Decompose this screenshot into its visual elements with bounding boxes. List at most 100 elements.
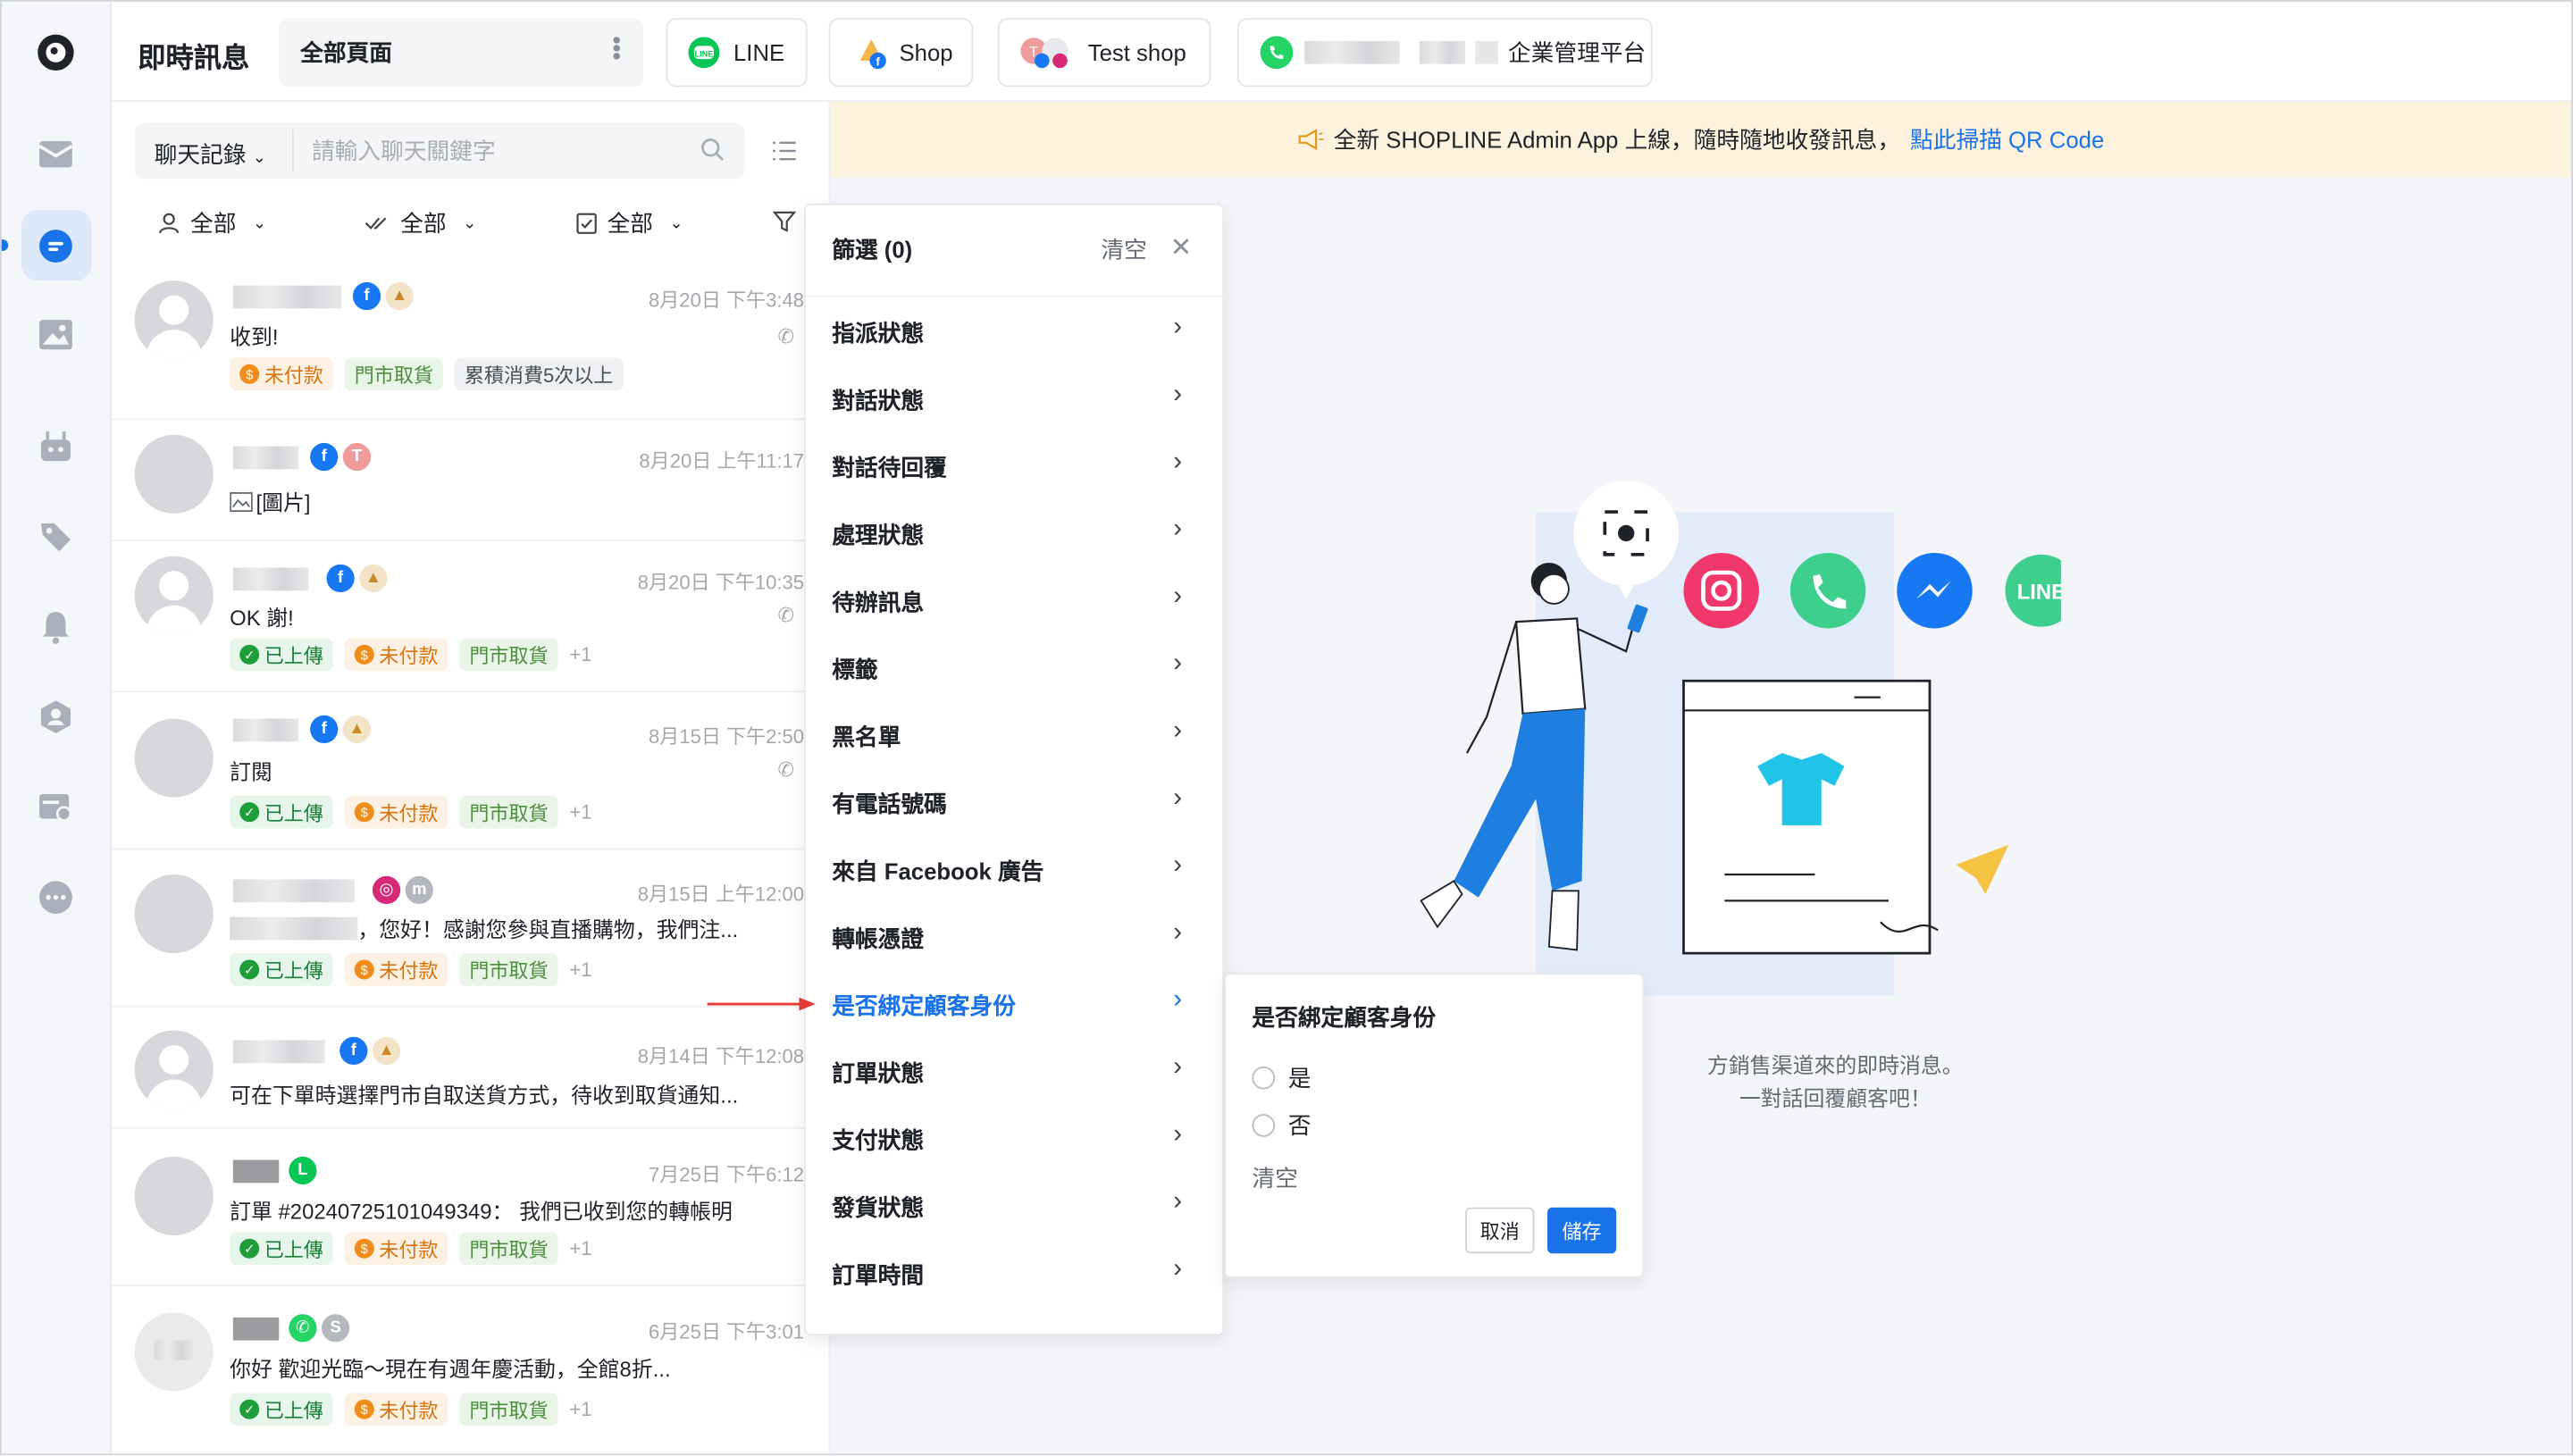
media-icon[interactable] <box>35 314 78 356</box>
coin-icon: $ <box>354 1399 374 1419</box>
tag-label: 未付款 <box>379 801 439 824</box>
filter-transfer-proof[interactable]: 轉帳憑證 › <box>806 904 1226 971</box>
radio-no[interactable]: 否 <box>1252 1109 1312 1142</box>
inbox-icon[interactable] <box>35 133 78 176</box>
list-item[interactable]: f ▲ 8月20日 下午10:35 OK 謝! ✆ ✓ 已上傳 $ 未付款 門市取貨… <box>111 541 831 693</box>
phone-icon: ✆ <box>777 324 794 348</box>
bell-icon[interactable] <box>35 606 78 649</box>
shop-icon: ▲ <box>372 1036 401 1066</box>
tab-test-shop[interactable]: T Test shop <box>997 18 1211 88</box>
facebook-icon: f <box>339 1036 368 1066</box>
filter-order-time[interactable]: 訂單時間 › <box>806 1241 1226 1308</box>
chevron-right-icon: › <box>1173 851 1183 880</box>
message-time: 7月25日 下午6:12 <box>649 1163 804 1186</box>
chat-icon[interactable] <box>35 225 78 268</box>
tag-store-pickup: 門市取貨 <box>459 1393 558 1427</box>
chevron-down-icon: ⌄ <box>252 213 267 232</box>
clear-selection-button[interactable]: 清空 <box>1252 1161 1297 1194</box>
radio-circle[interactable] <box>1252 1066 1276 1090</box>
filter-assign-status[interactable]: 指派狀態 › <box>806 298 1226 365</box>
chevron-down-icon: ⌄ <box>462 213 477 232</box>
annotation-arrow-icon <box>707 997 816 1011</box>
facebook-icon: f <box>310 442 339 472</box>
message-preview: 你好 歡迎光臨～現在有週年慶活動，全館8折... <box>230 1356 671 1382</box>
more-options-icon[interactable]: ••• <box>604 36 630 60</box>
coin-icon: $ <box>354 1238 374 1259</box>
redacted-name <box>232 1316 280 1340</box>
tab-shop[interactable]: f Shop <box>828 18 974 88</box>
filter-has-phone[interactable]: 有電話號碼 › <box>806 769 1226 836</box>
avatar <box>134 1156 214 1236</box>
svg-text:f: f <box>876 54 880 68</box>
filter-icon[interactable] <box>773 210 796 233</box>
filter-todo-messages[interactable]: 待辦訊息 › <box>806 567 1226 634</box>
tag-unpaid: $ 未付款 <box>344 1393 448 1427</box>
filter-item-label: 轉帳憑證 <box>832 925 925 952</box>
radio-yes[interactable]: 是 <box>1252 1061 1312 1094</box>
message-time: 8月15日 上午12:00 <box>637 883 804 906</box>
list-item[interactable]: f ▲ 8月14日 下午12:08 可在下單時選擇門市自取送貨方式，待收到取貨通… <box>111 1008 831 1129</box>
filter-facebook-ads[interactable]: 來自 Facebook 廣告 › <box>806 837 1226 904</box>
save-button[interactable]: 儲存 <box>1547 1207 1617 1254</box>
message-preview: 訂單 #20240725101049349： 我們已收到您的轉帳明 <box>230 1199 733 1225</box>
facebook-icon: f <box>352 281 381 311</box>
filter-item-label: 處理狀態 <box>832 522 925 548</box>
phone-icon: ✆ <box>777 757 794 782</box>
tab-all-pages[interactable]: 全部頁面 ••• <box>279 18 643 88</box>
close-icon[interactable]: ✕ <box>1170 231 1193 264</box>
tag-icon[interactable] <box>35 515 78 558</box>
filter-blacklist[interactable]: 黑名單 › <box>806 702 1226 769</box>
test-shop-icon: T <box>342 442 372 472</box>
status-filter[interactable]: 全部 ⌄ <box>576 206 683 239</box>
filter-order-status[interactable]: 訂單狀態 › <box>806 1039 1226 1106</box>
message-time: 8月20日 下午10:35 <box>637 571 804 594</box>
avatar <box>134 556 214 635</box>
qr-code-link[interactable]: 點此掃描 QR Code <box>1910 123 2104 156</box>
filter-conversation-status[interactable]: 對話狀態 › <box>806 366 1226 433</box>
customer-service-icon[interactable] <box>35 696 78 739</box>
filter-payment-status[interactable]: 支付狀態 › <box>806 1106 1226 1173</box>
more-tags-count: +1 <box>569 1397 592 1421</box>
bot-icon[interactable] <box>35 425 78 468</box>
filter-item-label: 待辦訊息 <box>832 589 925 615</box>
tab-label: Shop <box>899 39 953 66</box>
more-icon[interactable] <box>35 876 78 919</box>
filter-customer-binding[interactable]: 是否綁定顧客身份 › <box>806 971 1226 1038</box>
more-tags-count: +1 <box>569 958 592 982</box>
read-filter[interactable]: 全部 ⌄ <box>365 206 477 239</box>
tag-label: 已上傳 <box>264 801 323 824</box>
filter-awaiting-reply[interactable]: 對話待回覆 › <box>806 433 1226 500</box>
list-item[interactable]: f T 8月20日 上午11:17 [圖片] <box>111 420 831 542</box>
list-item[interactable]: ✆ S 6月25日 下午3:01 你好 歡迎光臨～現在有週年慶活動，全館8折..… <box>112 1286 830 1453</box>
list-item[interactable]: f ▲ 8月20日 下午3:48 收到! ✆ $ 未付款 門市取貨 累積消費5次以… <box>111 259 831 421</box>
customer-binding-submenu: 是否綁定顧客身份 是 否 清空 取消 儲存 <box>1224 973 1645 1278</box>
read-filter-label: 全部 <box>400 210 447 237</box>
list-item[interactable]: ◎ m 8月15日 上午12:00 ，您好！感謝您參與直播購物，我們注... ✓… <box>111 849 831 1008</box>
list-item[interactable]: L 7月25日 下午6:12 訂單 #20240725101049349： 我們… <box>111 1129 831 1286</box>
filter-tags[interactable]: 標籤 › <box>806 635 1226 702</box>
coin-icon: $ <box>239 364 260 384</box>
filter-processing-status[interactable]: 處理狀態 › <box>806 500 1226 567</box>
page-title: 即時訊息 <box>138 42 250 74</box>
contact-name: f T <box>232 442 372 472</box>
assignee-filter[interactable]: 全部 ⌄ <box>157 206 266 239</box>
radio-circle[interactable] <box>1252 1114 1276 1137</box>
cancel-button[interactable]: 取消 <box>1465 1207 1535 1254</box>
chevron-right-icon: › <box>1173 985 1183 1015</box>
list-view-icon[interactable] <box>771 139 797 163</box>
brand-logo-icon[interactable] <box>35 31 78 74</box>
filter-shipping-status[interactable]: 發貨狀態 › <box>806 1173 1226 1240</box>
tab-line[interactable]: LINE LINE <box>666 18 808 88</box>
assignee-filter-label: 全部 <box>190 210 237 237</box>
search-input[interactable] <box>311 134 690 168</box>
nav-active-indicator <box>1 239 9 252</box>
search-icon[interactable] <box>700 138 725 163</box>
tag-label: 未付款 <box>379 1398 439 1422</box>
search-mode-select[interactable]: 聊天記錄 ⌄ <box>155 138 266 171</box>
clear-filters-button[interactable]: 清空 <box>1101 233 1146 266</box>
tab-enterprise[interactable]: 企業管理平台 <box>1236 18 1653 88</box>
redacted-name <box>232 566 309 590</box>
contact-name: f ▲ <box>232 1036 401 1066</box>
settings-folder-icon[interactable] <box>35 786 78 829</box>
list-item[interactable]: f ▲ 8月15日 下午2:50 訂閱 ✆ ✓ 已上傳 $ 未付款 門市取貨 +1 <box>111 692 831 850</box>
